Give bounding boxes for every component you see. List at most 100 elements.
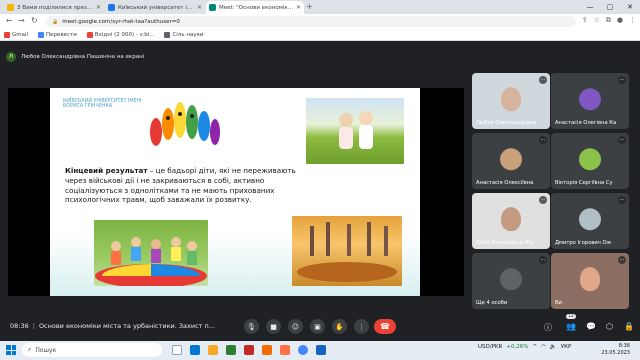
participant-name: Анастасія Олексіївна (476, 180, 534, 186)
painted-hands-image (142, 94, 226, 160)
participant-tile[interactable]: ⋯ Анастасія Олегівна Ка (551, 73, 629, 129)
presenter-text: Любов Олександрівна Пашиніна на екрані (21, 54, 145, 60)
maximize-icon[interactable]: ▢ (600, 0, 620, 14)
close-icon[interactable]: ✕ (94, 4, 101, 11)
reload-icon[interactable]: ↻ (31, 16, 38, 25)
tab-2[interactable]: Meet: "Основи економіки " ✕ (206, 1, 304, 14)
mic-icon: 🎙 (247, 322, 256, 331)
participant-name: Вікторія Сергіївна Су (555, 180, 613, 186)
store-icon[interactable] (226, 345, 236, 355)
tab-label: Київський університет імені Бо (118, 4, 195, 11)
bookmark-inbox[interactable]: Вхідні (2 000) - v.bi... (86, 31, 154, 38)
close-window-icon[interactable]: ✕ (620, 0, 640, 14)
file-explorer-icon[interactable] (208, 345, 218, 355)
minimize-icon[interactable]: — (580, 0, 600, 14)
bookmarks-bar: Gmail Перевести Вхідні (2 000) - v.bi...… (0, 29, 640, 41)
participant-name: Ще 4 особи (476, 300, 508, 306)
close-icon[interactable]: ✕ (195, 4, 202, 11)
app-icon-blue[interactable] (316, 345, 326, 355)
raise-hand-icon: ✋ (335, 322, 344, 331)
language-indicator[interactable]: УКР (561, 344, 572, 350)
bookmark-translate[interactable]: Перевести (38, 31, 77, 38)
edge-icon[interactable] (190, 345, 200, 355)
taskbar-search[interactable]: ⌕ Пошук (22, 343, 162, 357)
back-icon[interactable]: ← (6, 16, 13, 25)
slides-icon (7, 4, 14, 11)
participant-tile[interactable]: ⋯ Дмитро Ігорович Ож (551, 193, 629, 249)
leave-call-button[interactable]: ☎ (374, 319, 396, 334)
meeting-title: Основи економіки міста та урбаністики. З… (38, 322, 215, 330)
audio-indicator-icon: ⋯ (618, 76, 626, 84)
participant-avatar (579, 148, 601, 171)
participant-tile[interactable]: ⋯ Любов Олександрівна (472, 73, 550, 129)
participant-avatar (501, 207, 521, 232)
chat-icon[interactable]: 💬 (586, 322, 596, 331)
share-icon[interactable]: ⇪ (582, 16, 588, 25)
participant-avatar (579, 88, 601, 111)
task-view-icon[interactable] (172, 345, 182, 355)
firefox-icon[interactable] (280, 345, 290, 355)
participant-name: Анастасія Олегівна Ка (555, 120, 617, 126)
address-bar[interactable]: 🔒 meet.google.com/syr-rhat-taa?authuser=… (46, 16, 576, 27)
presenter-label: Л Любов Олександрівна Пашиніна на екрані (6, 50, 206, 64)
network-icon[interactable]: ◠ (541, 344, 546, 350)
hang-up-icon: ☎ (380, 322, 390, 331)
more-options-button[interactable]: ⋮ (354, 319, 369, 334)
window-controls: — ▢ ✕ (580, 0, 640, 14)
participant-tile[interactable]: ⋯ Юлія Миколаївна Жу (472, 193, 550, 249)
menu-icon[interactable]: ⋮ (629, 16, 636, 25)
gmail-icon (4, 31, 10, 38)
participant-name: Дмитро Ігорович Ож (555, 240, 612, 246)
emoji-button[interactable]: ☺ (288, 319, 303, 334)
profile-icon[interactable]: ● (617, 16, 623, 25)
participant-name: Ви (555, 300, 562, 306)
audio-indicator-icon: ⋯ (618, 136, 626, 144)
extensions-icon[interactable]: ⧉ (606, 16, 611, 25)
tab-0[interactable]: З Вами поділилися презентацією ✕ (4, 1, 104, 14)
new-tab-button[interactable]: + (306, 2, 313, 11)
participant-tile[interactable]: ⋯ Анастасія Олексіївна (472, 133, 550, 189)
currency-label[interactable]: USD/PKR (478, 344, 502, 350)
lock-settings-icon[interactable]: 🔒 (624, 322, 634, 331)
participant-tile[interactable]: ⋯ Ви (551, 253, 629, 309)
bookmark-science[interactable]: Сіль науки (164, 31, 203, 38)
people-icon[interactable]: 👥 (566, 322, 576, 331)
mic-button[interactable]: 🎙 (244, 319, 259, 334)
raise-hand-button[interactable]: ✋ (332, 319, 347, 334)
kids-parachute-image (94, 220, 208, 286)
participant-avatar (580, 267, 600, 292)
app-icon-orange[interactable] (262, 345, 272, 355)
toolbar-icons: ⇪ ☆ ⧉ ● ⋮ (582, 16, 636, 25)
star-icon[interactable]: ☆ (594, 16, 600, 25)
activities-icon[interactable]: ⬡ (606, 322, 613, 331)
currency-change: +0,26% (506, 344, 529, 350)
taskbar-clock[interactable]: 8:36 23.05.2023 (590, 343, 630, 356)
forward-icon[interactable]: → (18, 16, 25, 25)
camera-button[interactable]: ■ (266, 319, 281, 334)
tab-1[interactable]: Київський університет імені Бо ✕ (105, 1, 205, 14)
university-icon (108, 4, 115, 11)
slide: КИЇВСЬКИЙ УНІВЕРСИТЕТ ІМЕНІ БОРИСА ГРІНЧ… (50, 88, 420, 296)
more-participants-avatar (500, 268, 522, 291)
present-button[interactable]: ▣ (310, 319, 325, 334)
info-icon[interactable]: ⓘ (544, 322, 552, 333)
tab-label: З Вами поділилися презентацією (17, 4, 94, 11)
autumn-kids-image (292, 216, 402, 286)
app-icon-red[interactable] (244, 345, 254, 355)
volume-icon[interactable]: 🔈 (550, 344, 557, 350)
bookmark-gmail[interactable]: Gmail (4, 31, 29, 38)
bookmark-label: Gmail (12, 31, 29, 38)
windows-start-icon[interactable] (6, 345, 16, 355)
children-field-image (306, 98, 404, 164)
close-icon[interactable]: ✕ (294, 4, 301, 11)
participant-tile[interactable]: ⋯ Вікторія Сергіївна Су (551, 133, 629, 189)
participant-tile[interactable]: ⋯ Ще 4 особи (472, 253, 550, 309)
audio-indicator-icon: ⋯ (539, 256, 547, 264)
url-text: meet.google.com/syr-rhat-taa?authuser=0 (62, 18, 180, 25)
tray-chevron-icon[interactable]: ^ (532, 344, 537, 350)
participant-name: Юлія Миколаївна Жу (476, 240, 534, 246)
chrome-icon[interactable] (298, 345, 308, 355)
meeting-info: 08:36 | Основи економіки міста та урбаніст… (10, 322, 215, 330)
translate-icon (38, 31, 45, 38)
more-icon: ⋮ (358, 322, 365, 331)
